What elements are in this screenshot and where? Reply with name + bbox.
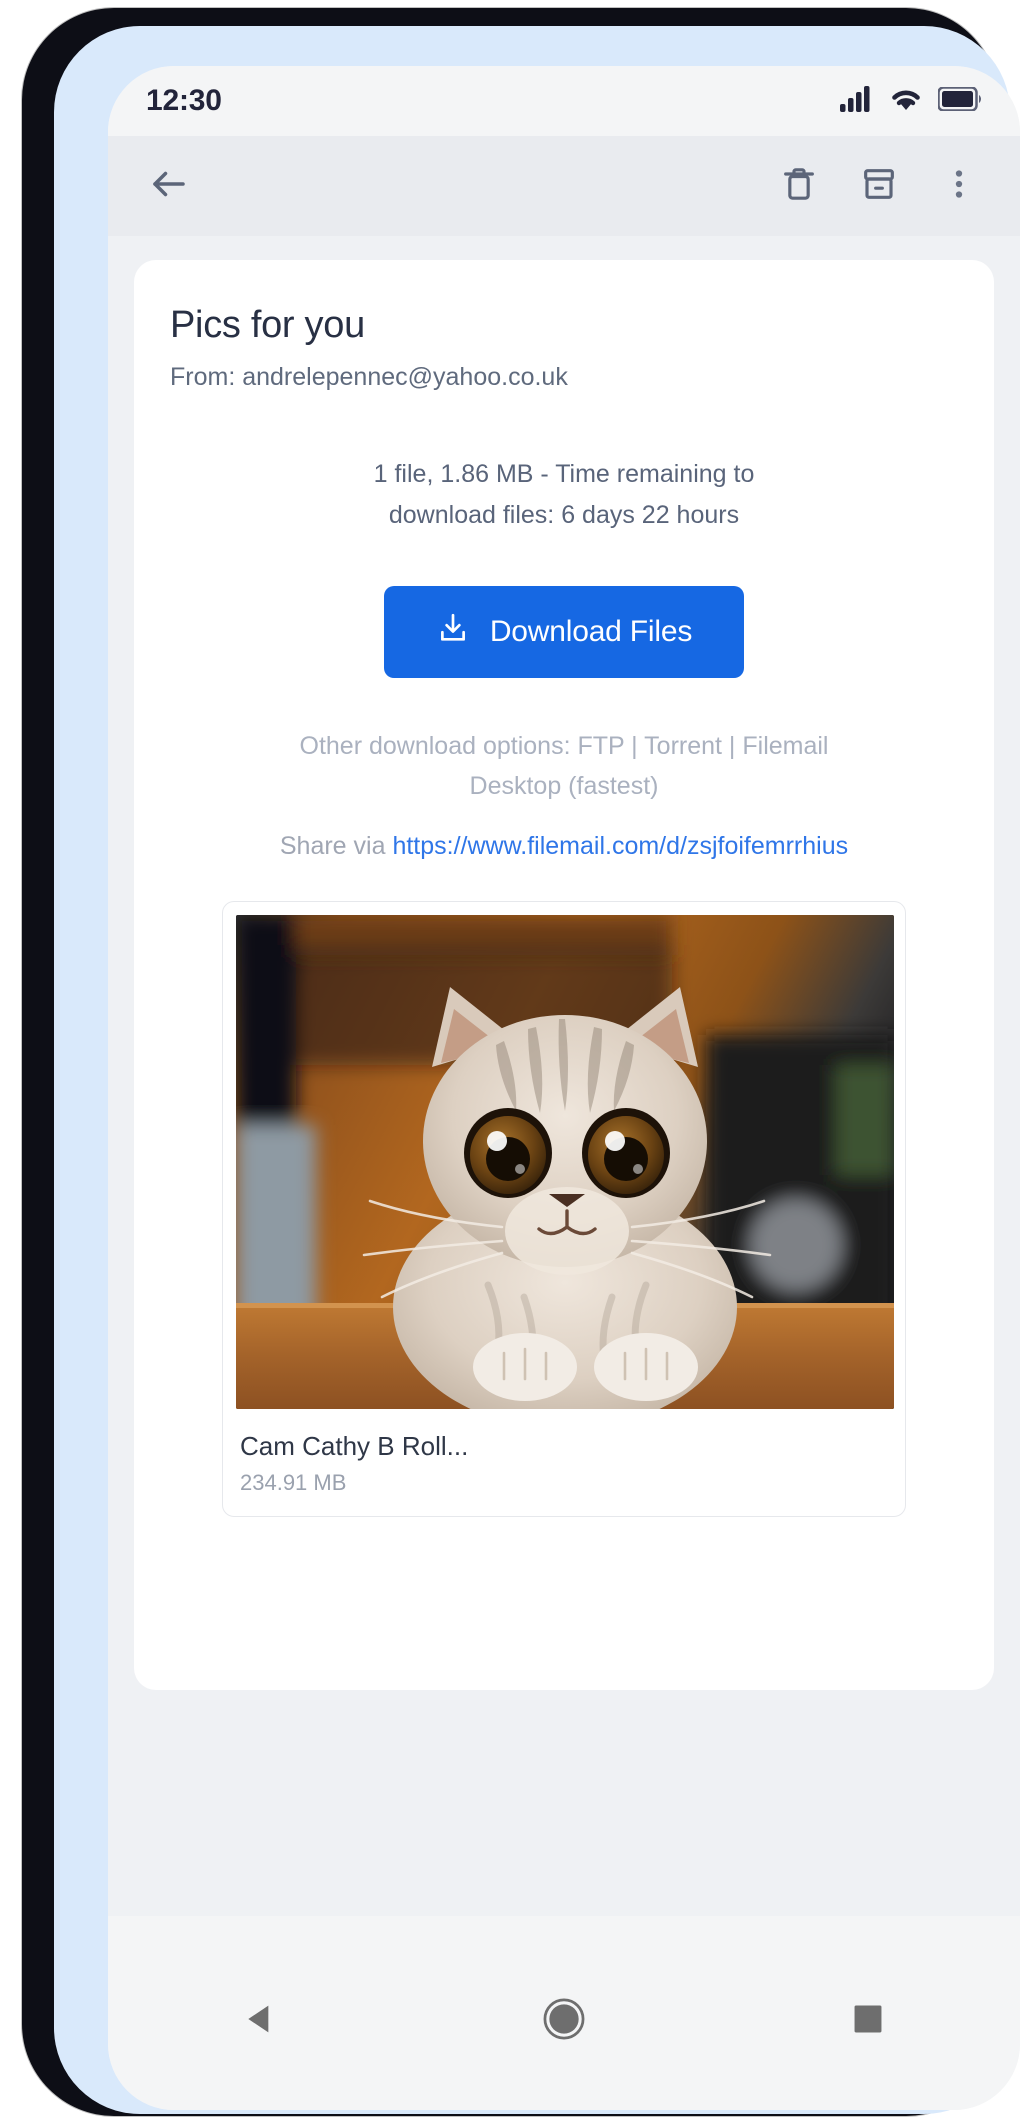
archive-button[interactable] — [848, 155, 910, 217]
file-info-line-1: 1 file, 1.86 MB - Time remaining to — [373, 460, 755, 488]
other-options-line-2: Desktop (fastest) — [469, 772, 659, 800]
share-url-link[interactable]: https://www.filemail.com/d/zsjfoifemrrhi… — [392, 832, 848, 860]
back-arrow-icon — [148, 163, 190, 210]
download-button-wrap: Download Files — [170, 586, 958, 678]
attachment-card[interactable]: Cam Cathy B Roll... 234.91 MB — [222, 901, 906, 1517]
share-link-line: Share via https://www.filemail.com/d/zsj… — [170, 832, 958, 861]
battery-icon — [937, 85, 982, 116]
kitten-photo — [236, 915, 894, 1409]
attachment-size: 234.91 MB — [240, 1470, 347, 1495]
phone-screen: 12:30 Pics for you From: andrelepennec@y… — [108, 66, 1020, 2110]
more-vertical-icon — [941, 166, 977, 207]
more-options-button[interactable] — [928, 155, 990, 217]
toolbar-actions — [768, 155, 990, 217]
attachment-name: Cam Cathy B Roll... — [240, 1431, 469, 1461]
download-files-button[interactable]: Download Files — [383, 586, 745, 678]
download-icon — [436, 611, 470, 653]
status-icons — [840, 85, 982, 117]
app-toolbar — [108, 136, 1020, 236]
nav-home-icon — [542, 1997, 586, 2046]
other-download-options[interactable]: Other download options: FTP | Torrent | … — [170, 726, 958, 806]
nav-home-button[interactable] — [519, 1976, 609, 2066]
nav-back-button[interactable] — [215, 1976, 305, 2066]
android-nav-bar — [108, 1916, 1020, 2110]
download-files-label: Download Files — [489, 615, 693, 648]
nav-recents-icon — [849, 2000, 887, 2043]
trash-icon — [779, 164, 819, 209]
email-card: Pics for you From: andrelepennec@yahoo.c… — [134, 260, 994, 1690]
nav-back-icon — [240, 1999, 280, 2044]
email-sender: From: andrelepennec@yahoo.co.uk — [170, 363, 568, 391]
nav-recents-button[interactable] — [823, 1976, 913, 2066]
phone-bezel: 12:30 Pics for you From: andrelepennec@y… — [54, 26, 1020, 2114]
mail-body: Pics for you From: andrelepennec@yahoo.c… — [108, 236, 1020, 1916]
archive-icon — [859, 164, 899, 209]
email-subject: Pics for you — [170, 304, 365, 346]
status-time: 12:30 — [146, 84, 222, 117]
status-bar: 12:30 — [108, 66, 1020, 136]
share-via-label: Share via — [279, 832, 393, 860]
signal-icon — [840, 85, 874, 117]
phone-frame: 12:30 Pics for you From: andrelepennec@y… — [22, 8, 1020, 2116]
delete-button[interactable] — [768, 155, 830, 217]
back-button[interactable] — [138, 155, 200, 217]
wifi-icon — [888, 86, 924, 117]
other-options-line-1: Other download options: FTP | Torrent | … — [299, 732, 829, 760]
attachment-thumbnail[interactable] — [236, 915, 894, 1409]
file-info-line-2: download files: 6 days 22 hours — [388, 501, 740, 529]
